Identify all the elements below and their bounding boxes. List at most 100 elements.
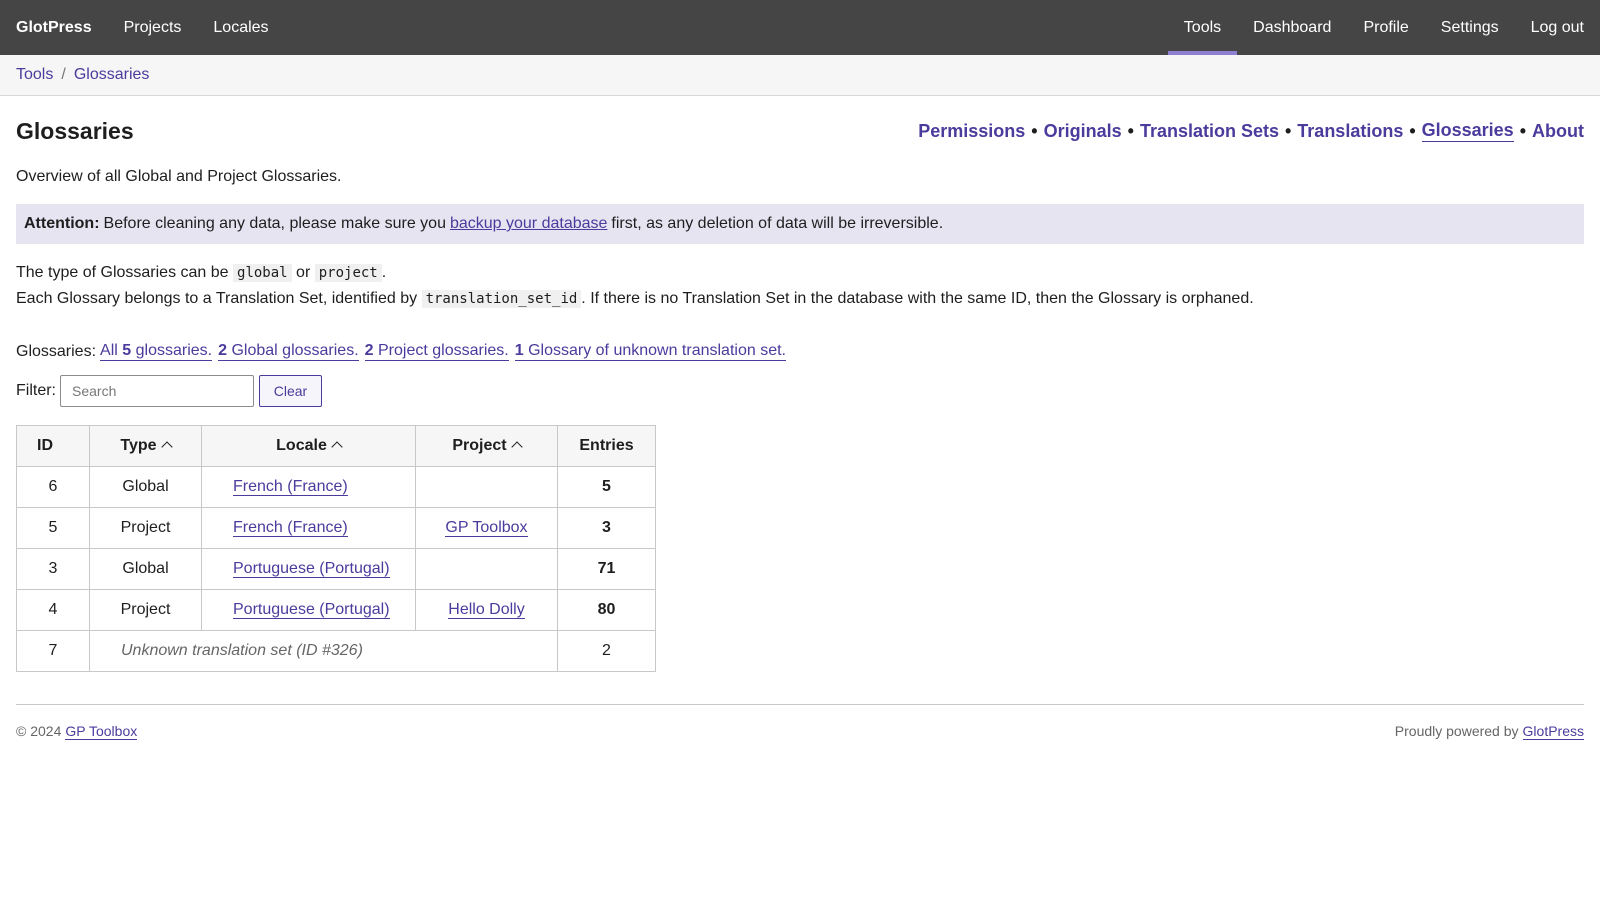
tools-nav-permissions[interactable]: Permissions — [918, 121, 1025, 142]
nav-log-out[interactable]: Log out — [1515, 0, 1584, 55]
gp-toolbox-link[interactable]: GP Toolbox — [65, 723, 138, 740]
glotpress-link[interactable]: GlotPress — [1522, 723, 1584, 740]
search-input[interactable] — [60, 375, 254, 407]
tools-nav-glossaries[interactable]: Glossaries — [1421, 120, 1514, 142]
locale-link[interactable]: Portuguese (Portugal) — [233, 601, 390, 619]
locale-link[interactable]: Portuguese (Portugal) — [233, 560, 390, 578]
backup-database-link[interactable]: backup your database — [450, 215, 607, 233]
tools-nav: Permissions • Originals • Translation Se… — [918, 120, 1584, 142]
nav-tools[interactable]: Tools — [1167, 0, 1238, 55]
header-id[interactable]: ID — [16, 425, 90, 467]
nav-dot: • — [1519, 120, 1527, 141]
header-locale-label: Locale — [276, 437, 327, 454]
nav-settings[interactable]: Settings — [1425, 0, 1515, 55]
glossary-types-info: The type of Glossaries can be global or … — [16, 260, 1584, 312]
types-suffix: . — [381, 264, 387, 281]
project-text: Project glossaries. — [378, 342, 509, 359]
header-project[interactable]: Project — [415, 425, 558, 467]
nav-projects[interactable]: Projects — [108, 0, 198, 55]
cell-entries: 2 — [557, 630, 656, 672]
cell-type: Global — [89, 548, 202, 590]
all-post: glossaries. — [135, 342, 213, 359]
project-link[interactable]: GP Toolbox — [445, 519, 528, 537]
footer: © 2024 GP Toolbox Proudly powered by GlotP… — [16, 704, 1584, 740]
all-pre: All — [100, 342, 118, 359]
cell-entries: 71 — [557, 548, 656, 590]
tools-nav-about[interactable]: About — [1532, 121, 1584, 142]
sort-up-icon — [331, 441, 343, 453]
cell-entries: 80 — [557, 589, 656, 631]
code-global: global — [233, 264, 292, 282]
brand-link[interactable]: GlotPress — [16, 0, 92, 55]
cell-locale: French (France) — [201, 507, 416, 549]
top-navigation-bar: GlotPress Projects Locales Tools Dashboa… — [0, 0, 1600, 55]
table-row: 4 Project Portuguese (Portugal) Hello Do… — [16, 589, 656, 631]
code-project: project — [314, 264, 382, 282]
page-title: Glossaries — [16, 117, 134, 144]
cell-project: Hello Dolly — [415, 589, 558, 631]
page-description: Overview of all Global and Project Gloss… — [16, 168, 342, 185]
code-translation-set-id: translation_set_id — [421, 290, 582, 308]
cell-type: Project — [89, 507, 202, 549]
sort-up-icon — [510, 441, 523, 453]
breadcrumb: Tools / Glossaries — [0, 55, 1600, 96]
types-line: The type of Glossaries can be global or … — [16, 260, 1584, 286]
cell-id: 6 — [16, 466, 90, 508]
cell-id: 7 — [16, 630, 90, 672]
filter-project-link[interactable]: 2 Project glossaries. — [364, 342, 509, 361]
locale-link[interactable]: French (France) — [233, 519, 348, 537]
belongs-prefix: Each Glossary belongs to a Translation S… — [16, 290, 418, 307]
cell-type: Global — [89, 466, 202, 508]
top-nav-right: Tools Dashboard Profile Settings Log out — [1167, 0, 1584, 55]
filter-row: Filter: Clear — [16, 375, 1584, 407]
cell-project — [415, 548, 558, 590]
summary-label: Glossaries: — [16, 342, 97, 360]
nav-profile[interactable]: Profile — [1347, 0, 1424, 55]
table-row: 3 Global Portuguese (Portugal) 71 — [16, 548, 656, 590]
attention-label: Attention: — [24, 215, 100, 232]
tools-nav-originals[interactable]: Originals — [1044, 121, 1122, 142]
project-link[interactable]: Hello Dolly — [448, 601, 525, 619]
sort-up-icon — [160, 441, 173, 453]
project-count: 2 — [364, 342, 374, 359]
belongs-suffix: . If there is no Translation Set in the … — [581, 290, 1254, 307]
table-row-unknown: 7 Unknown translation set (ID #326) 2 — [16, 630, 656, 672]
cell-project: GP Toolbox — [415, 507, 558, 549]
table-row: 5 Project French (France) GP Toolbox 3 — [16, 507, 656, 549]
glossaries-table: ID Type Locale Project Entries 6 Global … — [16, 425, 656, 672]
clear-button[interactable]: Clear — [259, 375, 322, 407]
header-entries[interactable]: Entries — [557, 425, 656, 467]
footer-powered: Proudly powered by GlotPress — [1395, 723, 1584, 740]
top-nav-left: GlotPress Projects Locales — [16, 0, 285, 55]
nav-dot: • — [1127, 120, 1134, 141]
locale-link[interactable]: French (France) — [233, 478, 348, 496]
tools-nav-translations[interactable]: Translations — [1297, 121, 1403, 142]
belongs-line: Each Glossary belongs to a Translation S… — [16, 286, 1584, 312]
header-id-label: ID — [37, 437, 53, 454]
nav-dot: • — [1284, 120, 1292, 141]
cell-id: 4 — [16, 589, 90, 631]
nav-dashboard[interactable]: Dashboard — [1237, 0, 1347, 55]
glossaries-summary: Glossaries: All 5 glossaries. 2 Global g… — [16, 342, 1584, 361]
header-type[interactable]: Type — [89, 425, 202, 467]
breadcrumb-tools[interactable]: Tools — [16, 66, 53, 84]
attention-text-after: first, as any deletion of data will be i… — [611, 215, 944, 232]
filter-all-link[interactable]: All 5 glossaries. — [100, 342, 213, 361]
cell-locale: French (France) — [201, 466, 416, 508]
global-text: Global glossaries. — [231, 342, 359, 359]
header-locale[interactable]: Locale — [201, 425, 416, 467]
filter-label: Filter: — [16, 382, 56, 399]
table-header-row: ID Type Locale Project Entries — [16, 425, 656, 467]
global-count: 2 — [218, 342, 228, 359]
filter-unknown-link[interactable]: 1 Glossary of unknown translation set. — [514, 342, 786, 361]
nav-locales[interactable]: Locales — [197, 0, 284, 55]
tools-nav-translation-sets[interactable]: Translation Sets — [1140, 121, 1279, 142]
attention-notice: Attention: Before cleaning any data, ple… — [16, 204, 1584, 244]
header-entries-label: Entries — [579, 437, 634, 454]
copyright-text: © 2024 — [16, 723, 62, 739]
breadcrumb-glossaries[interactable]: Glossaries — [74, 66, 150, 84]
all-count: 5 — [122, 342, 132, 359]
filter-global-link[interactable]: 2 Global glossaries. — [218, 342, 359, 361]
cell-project — [415, 466, 558, 508]
table-row: 6 Global French (France) 5 — [16, 466, 656, 508]
